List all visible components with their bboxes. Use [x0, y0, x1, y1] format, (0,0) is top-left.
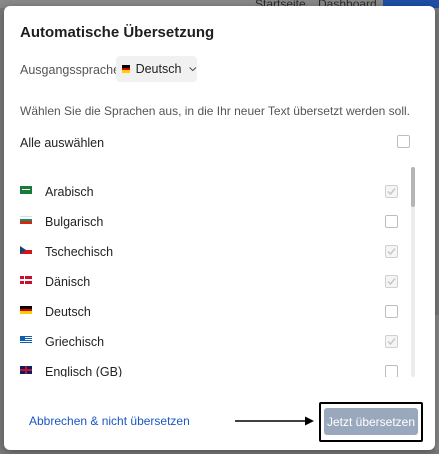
sa-flag-icon: [20, 186, 32, 194]
language-label: Tschechisch: [45, 245, 114, 259]
translate-now-button[interactable]: Jetzt übersetzen: [324, 408, 418, 435]
gb-flag-icon: [20, 366, 32, 374]
language-checkbox[interactable]: [385, 305, 398, 318]
language-checkbox[interactable]: [385, 245, 398, 258]
source-language-select[interactable]: Deutsch: [116, 56, 197, 82]
language-label: Dänisch: [45, 275, 91, 289]
select-all-label: Alle auswählen: [20, 136, 105, 150]
language-checkbox[interactable]: [385, 365, 398, 377]
cz-flag-icon: [20, 246, 32, 254]
language-list: Arabisch Bulgarisch Tschechisch Dänisch …: [4, 169, 435, 377]
select-all-checkbox[interactable]: [397, 135, 410, 148]
instruction-text: Wählen Sie die Sprachen aus, in die Ihr …: [20, 104, 410, 118]
language-label: Deutsch: [45, 305, 91, 319]
language-row-englisch-gb[interactable]: Englisch (GB): [4, 356, 435, 377]
language-label: Bulgarisch: [45, 215, 104, 229]
cancel-link[interactable]: Abbrechen & nicht übersetzen: [29, 414, 190, 428]
language-row-arabisch[interactable]: Arabisch: [4, 176, 435, 206]
chevron-down-icon: [189, 67, 197, 72]
gr-flag-icon: [20, 336, 32, 344]
language-row-bulgarisch[interactable]: Bulgarisch: [4, 206, 435, 236]
language-row-griechisch[interactable]: Griechisch: [4, 326, 435, 356]
language-label: Englisch (GB): [45, 365, 123, 377]
source-language-label: Ausgangssprache:: [20, 63, 124, 77]
language-checkbox[interactable]: [385, 335, 398, 348]
de-flag-icon: [122, 65, 130, 73]
language-label: Arabisch: [45, 185, 94, 199]
language-row-tschechisch[interactable]: Tschechisch: [4, 236, 435, 266]
check-icon: [387, 338, 396, 346]
dialog-title: Automatische Übersetzung: [20, 24, 215, 41]
de-flag-icon: [20, 306, 32, 314]
source-language-value: Deutsch: [135, 62, 182, 76]
auto-translate-dialog: Automatische Übersetzung Ausgangssprache…: [4, 6, 435, 450]
language-checkbox[interactable]: [385, 275, 398, 288]
language-row-daenisch[interactable]: Dänisch: [4, 266, 435, 296]
scrollbar-thumb[interactable]: [411, 167, 415, 207]
language-row-deutsch[interactable]: Deutsch: [4, 296, 435, 326]
arrow-right-icon: [235, 416, 314, 426]
language-checkbox[interactable]: [385, 215, 398, 228]
bg-flag-icon: [20, 216, 32, 224]
check-icon: [387, 188, 396, 196]
language-checkbox[interactable]: [385, 185, 398, 198]
dk-flag-icon: [20, 276, 32, 284]
check-icon: [387, 278, 396, 286]
background-page-side: [435, 315, 439, 450]
language-label: Griechisch: [45, 335, 105, 349]
check-icon: [387, 248, 396, 256]
